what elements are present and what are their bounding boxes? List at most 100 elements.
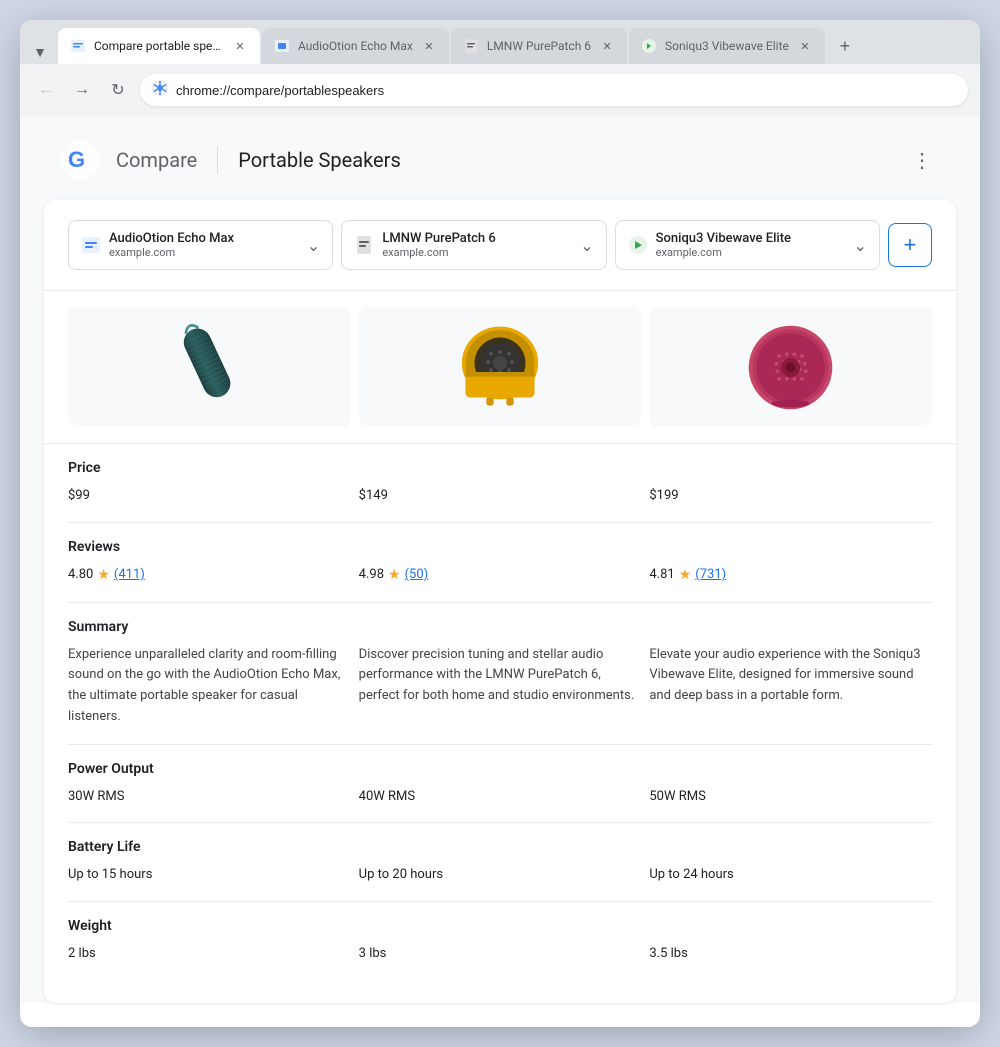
browser-chrome: ▼ Compare portable speaker... ✕ AudioOti… bbox=[20, 20, 980, 116]
tab-close-audio[interactable]: ✕ bbox=[421, 38, 437, 54]
summary-section: Summary Experience unparalleled clarity … bbox=[68, 603, 932, 745]
tab-favicon-soniqu bbox=[641, 38, 657, 54]
product-1-image bbox=[68, 307, 351, 427]
reviews-values: 4.80 ★ (411) 4.98 ★ (50) bbox=[68, 565, 932, 586]
page-header: G Compare Portable Speakers ⋮ bbox=[20, 116, 980, 200]
product-3-domain: example.com bbox=[656, 246, 791, 259]
rating-wrap-1: 4.80 ★ (411) bbox=[68, 565, 351, 586]
rating-text-2: 4.98 bbox=[359, 565, 384, 585]
header-divider bbox=[217, 146, 218, 174]
rating-count-3[interactable]: (731) bbox=[695, 565, 726, 585]
summary-value-3: Elevate your audio experience with the S… bbox=[649, 645, 932, 728]
speaker-2-svg bbox=[450, 320, 550, 415]
product-3-image bbox=[649, 307, 932, 427]
product-images-row bbox=[44, 291, 956, 444]
weight-value-1: 2 lbs bbox=[68, 944, 351, 964]
price-section-header: Price bbox=[68, 460, 932, 476]
battery-life-header: Battery Life bbox=[68, 839, 932, 855]
price-value-3: $199 bbox=[649, 486, 932, 506]
weight-value-2: 3 lbs bbox=[359, 944, 642, 964]
power-output-value-2: 40W RMS bbox=[359, 787, 642, 807]
battery-life-value-2: Up to 20 hours bbox=[359, 865, 642, 885]
tab-compare[interactable]: Compare portable speaker... ✕ bbox=[58, 28, 260, 64]
product-1-name: AudioOtion Echo Max bbox=[109, 231, 234, 246]
google-logo: G bbox=[60, 140, 100, 180]
power-output-section: Power Output 30W RMS 40W RMS 50W RMS bbox=[68, 745, 932, 824]
more-icon: ⋮ bbox=[912, 148, 932, 173]
reviews-value-1: 4.80 ★ (411) bbox=[68, 565, 351, 586]
product-selector-1-info: AudioOtion Echo Max example.com bbox=[81, 231, 234, 259]
product-1-texts: AudioOtion Echo Max example.com bbox=[109, 231, 234, 259]
star-icon-2: ★ bbox=[388, 565, 401, 586]
product-selector-1[interactable]: AudioOtion Echo Max example.com ⌄ bbox=[68, 220, 333, 270]
new-tab-button[interactable]: + bbox=[831, 32, 859, 60]
reviews-value-2: 4.98 ★ (50) bbox=[359, 565, 642, 586]
compare-card: AudioOtion Echo Max example.com ⌄ LMNW P… bbox=[44, 200, 956, 1003]
product-selector-3-info: Soniqu3 Vibewave Elite example.com bbox=[628, 231, 791, 259]
address-input[interactable] bbox=[140, 74, 968, 106]
rating-wrap-2: 4.98 ★ (50) bbox=[359, 565, 642, 586]
reviews-value-3: 4.81 ★ (731) bbox=[649, 565, 932, 586]
product-1-domain: example.com bbox=[109, 246, 234, 259]
battery-life-section: Battery Life Up to 15 hours Up to 20 hou… bbox=[68, 823, 932, 902]
tab-audio[interactable]: AudioOtion Echo Max ✕ bbox=[262, 28, 449, 64]
rating-count-1[interactable]: (411) bbox=[114, 565, 145, 585]
rating-wrap-3: 4.81 ★ (731) bbox=[649, 565, 932, 586]
speaker-1-svg bbox=[174, 317, 244, 417]
window-dropdown-btn[interactable]: ▼ bbox=[28, 40, 52, 64]
tab-close-soniqu[interactable]: ✕ bbox=[797, 38, 813, 54]
rating-count-2[interactable]: (50) bbox=[405, 565, 429, 585]
speaker-3-svg bbox=[743, 320, 838, 415]
product-selector-3[interactable]: Soniqu3 Vibewave Elite example.com ⌄ bbox=[615, 220, 880, 270]
product-2-chevron-icon: ⌄ bbox=[580, 236, 593, 255]
weight-value-3: 3.5 lbs bbox=[649, 944, 932, 964]
price-value-1: $99 bbox=[68, 486, 351, 506]
add-product-button[interactable]: + bbox=[888, 223, 932, 267]
product-3-name: Soniqu3 Vibewave Elite bbox=[656, 231, 791, 246]
summary-section-header: Summary bbox=[68, 619, 932, 635]
battery-life-values: Up to 15 hours Up to 20 hours Up to 24 h… bbox=[68, 865, 932, 885]
price-value-2: $149 bbox=[359, 486, 642, 506]
add-icon: + bbox=[904, 232, 917, 258]
svg-text:G: G bbox=[68, 147, 85, 172]
product-selector-2[interactable]: LMNW PurePatch 6 example.com ⌄ bbox=[341, 220, 606, 270]
browser-window: ▼ Compare portable speaker... ✕ AudioOti… bbox=[20, 20, 980, 1027]
price-section: Price $99 $149 $199 bbox=[68, 444, 932, 523]
tab-title-lmnw: LMNW PurePatch 6 bbox=[487, 39, 591, 53]
summary-value-1: Experience unparalleled clarity and room… bbox=[68, 645, 351, 728]
reviews-section-header: Reviews bbox=[68, 539, 932, 555]
product-3-chevron-icon: ⌄ bbox=[854, 236, 867, 255]
weight-values: 2 lbs 3 lbs 3.5 lbs bbox=[68, 944, 932, 964]
product-3-icon bbox=[628, 235, 648, 255]
header-compare-text: Compare bbox=[116, 148, 197, 172]
page-content: G Compare Portable Speakers ⋮ bbox=[20, 116, 980, 1003]
reviews-section: Reviews 4.80 ★ (411) 4.98 bbox=[68, 523, 932, 603]
price-values: $99 $149 $199 bbox=[68, 486, 932, 506]
tab-bar-left: ▼ bbox=[28, 40, 52, 64]
tab-title-soniqu: Soniqu3 Vibewave Elite bbox=[665, 39, 789, 53]
tab-soniqu[interactable]: Soniqu3 Vibewave Elite ✕ bbox=[629, 28, 825, 64]
tab-bar: ▼ Compare portable speaker... ✕ AudioOti… bbox=[20, 20, 980, 64]
weight-header: Weight bbox=[68, 918, 932, 934]
forward-button[interactable]: → bbox=[68, 76, 96, 104]
product-1-chevron-icon: ⌄ bbox=[307, 236, 320, 255]
rating-text-3: 4.81 bbox=[649, 565, 674, 585]
star-icon-1: ★ bbox=[97, 565, 110, 586]
product-1-icon bbox=[81, 235, 101, 255]
tab-close-lmnw[interactable]: ✕ bbox=[599, 38, 615, 54]
product-selector-row: AudioOtion Echo Max example.com ⌄ LMNW P… bbox=[44, 200, 956, 291]
power-output-header: Power Output bbox=[68, 761, 932, 777]
tab-favicon-audio bbox=[274, 38, 290, 54]
address-input-wrap bbox=[140, 74, 968, 106]
battery-life-value-3: Up to 24 hours bbox=[649, 865, 932, 885]
tab-favicon-lmnw bbox=[463, 38, 479, 54]
power-output-values: 30W RMS 40W RMS 50W RMS bbox=[68, 787, 932, 807]
header-more-menu-button[interactable]: ⋮ bbox=[904, 142, 940, 178]
product-selector-2-info: LMNW PurePatch 6 example.com bbox=[354, 231, 495, 259]
tab-lmnw[interactable]: LMNW PurePatch 6 ✕ bbox=[451, 28, 627, 64]
product-2-icon bbox=[354, 235, 374, 255]
refresh-button[interactable]: ↻ bbox=[104, 76, 132, 104]
tab-title-compare: Compare portable speaker... bbox=[94, 39, 224, 53]
tab-close-compare[interactable]: ✕ bbox=[232, 38, 248, 54]
back-button[interactable]: ← bbox=[32, 76, 60, 104]
